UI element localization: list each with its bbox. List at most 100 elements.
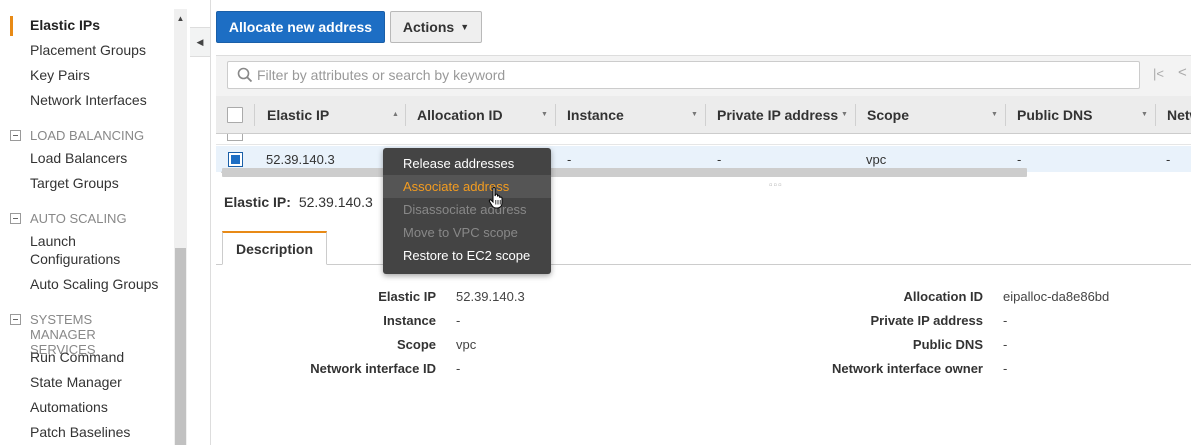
- column-separator: [855, 104, 856, 126]
- column-label: Private IP address: [717, 107, 839, 123]
- detail-heading-value: 52.39.140.3: [298, 194, 373, 210]
- sidebar-item-elastic-ips[interactable]: Elastic IPs: [30, 16, 100, 34]
- sort-ascending-icon: ▲: [392, 111, 399, 118]
- column-separator: [1155, 104, 1156, 126]
- sidebar-item-key-pairs[interactable]: Key Pairs: [30, 66, 90, 84]
- sidebar-item-load-balancers[interactable]: Load Balancers: [30, 149, 127, 167]
- actions-context-menu: Release addresses Associate address Disa…: [383, 148, 551, 274]
- column-header-elastic-ip[interactable]: Elastic IP ▲: [267, 96, 407, 134]
- column-header-private-ip[interactable]: Private IP address ▼: [717, 96, 857, 134]
- detail-heading: Elastic IP: 52.39.140.3: [224, 194, 373, 210]
- column-separator: [254, 104, 255, 126]
- collapse-sidebar-icon[interactable]: ◀: [190, 27, 211, 57]
- collapse-icon: [10, 130, 21, 141]
- previous-page-icon[interactable]: <: [1178, 64, 1187, 81]
- sidebar: Elastic IPs Placement Groups Key Pairs N…: [0, 0, 190, 445]
- sidebar-item-run-command[interactable]: Run Command: [30, 348, 124, 366]
- field-label-instance: Instance: [383, 313, 436, 328]
- column-label: Instance: [567, 107, 624, 123]
- detail-heading-label: Elastic IP:: [224, 194, 291, 210]
- sidebar-item-placement-groups[interactable]: Placement Groups: [30, 41, 146, 59]
- column-label: Public DNS: [1017, 107, 1093, 123]
- column-header-public-dns[interactable]: Public DNS ▼: [1017, 96, 1157, 134]
- column-label: Netw: [1167, 107, 1191, 123]
- actions-dropdown-button[interactable]: Actions ▼: [390, 11, 482, 43]
- sidebar-item-auto-scaling-groups[interactable]: Auto Scaling Groups: [30, 275, 158, 293]
- sort-icon: ▼: [841, 111, 848, 118]
- search-icon: [237, 67, 253, 83]
- cell-instance: -: [567, 152, 572, 167]
- table-row[interactable]: [216, 134, 1191, 145]
- row-checkbox[interactable]: [227, 134, 243, 141]
- chevron-down-icon: ▼: [460, 22, 470, 32]
- sort-icon: ▼: [691, 111, 698, 118]
- scroll-up-arrow-icon[interactable]: ▲: [174, 9, 187, 29]
- section-auto-scaling[interactable]: AUTO SCALING: [10, 211, 127, 226]
- sidebar-item-patch-baselines[interactable]: Patch Baselines: [30, 423, 130, 441]
- menu-item-release-addresses[interactable]: Release addresses: [383, 152, 551, 175]
- field-label-public-dns: Public DNS: [912, 337, 983, 352]
- first-page-icon[interactable]: |<: [1153, 66, 1164, 81]
- column-separator: [555, 104, 556, 126]
- tab-bar-divider: [216, 264, 1191, 265]
- field-value-network-interface-owner: -: [1003, 361, 1008, 376]
- field-value-elastic-ip: 52.39.140.3: [456, 289, 525, 304]
- field-label-elastic-ip: Elastic IP: [378, 289, 436, 304]
- column-header-network[interactable]: Netw: [1167, 96, 1191, 134]
- menu-item-restore-to-ec2-scope[interactable]: Restore to EC2 scope: [383, 244, 551, 267]
- field-label-network-interface-id: Network interface ID: [310, 361, 436, 376]
- field-label-scope: Scope: [396, 337, 436, 352]
- field-value-private-ip: -: [1003, 313, 1008, 328]
- sidebar-divider: [210, 0, 211, 445]
- field-value-scope: vpc: [456, 337, 477, 352]
- collapse-icon: [10, 213, 21, 224]
- sidebar-item-automations[interactable]: Automations: [30, 398, 108, 416]
- column-label: Allocation ID: [417, 107, 503, 123]
- resize-handle-icon[interactable]: ▫▫▫: [769, 180, 783, 191]
- collapse-icon: [10, 314, 21, 325]
- cell-network: -: [1166, 152, 1171, 167]
- field-value-instance: -: [456, 313, 461, 328]
- field-value-public-dns: -: [1003, 337, 1008, 352]
- active-indicator: [10, 16, 13, 36]
- sidebar-scrollbar-thumb[interactable]: [175, 248, 186, 445]
- row-checkbox-checked[interactable]: [228, 152, 243, 167]
- filter-bar: |< <: [216, 55, 1191, 96]
- actions-label: Actions: [402, 19, 455, 35]
- menu-item-associate-address[interactable]: Associate address: [383, 175, 551, 198]
- section-title: AUTO SCALING: [30, 211, 127, 226]
- field-label-network-interface-owner: Network interface owner: [832, 361, 983, 376]
- cell-scope: vpc: [866, 152, 887, 167]
- field-value-network-interface-id: -: [456, 361, 461, 376]
- sidebar-item-network-interfaces[interactable]: Network Interfaces: [30, 91, 147, 109]
- select-all-checkbox[interactable]: [227, 107, 243, 123]
- column-separator: [705, 104, 706, 126]
- sidebar-item-launch-configurations[interactable]: Launch Configurations: [30, 232, 140, 268]
- sort-icon: ▼: [991, 111, 998, 118]
- search-input[interactable]: [257, 62, 1127, 88]
- horizontal-scrollbar-thumb[interactable]: [222, 168, 1027, 177]
- column-label: Elastic IP: [267, 107, 330, 123]
- section-load-balancing[interactable]: LOAD BALANCING: [10, 128, 144, 143]
- column-label: Scope: [867, 107, 910, 123]
- sort-icon: ▼: [1141, 111, 1148, 118]
- column-separator: [1005, 104, 1006, 126]
- allocate-new-address-button[interactable]: Allocate new address: [216, 11, 385, 43]
- cell-elastic-ip: 52.39.140.3: [266, 152, 335, 167]
- hand-cursor-icon: [488, 187, 503, 209]
- sidebar-item-state-manager[interactable]: State Manager: [30, 373, 122, 391]
- table-header: Elastic IP ▲ Allocation ID ▼ Instance ▼ …: [216, 96, 1191, 134]
- column-separator: [405, 104, 406, 126]
- column-header-instance[interactable]: Instance ▼: [567, 96, 707, 134]
- field-label-allocation-id: Allocation ID: [903, 289, 983, 304]
- column-header-allocation-id[interactable]: Allocation ID ▼: [417, 96, 557, 134]
- field-value-allocation-id: eipalloc-da8e86bd: [1003, 289, 1110, 304]
- column-header-scope[interactable]: Scope ▼: [867, 96, 1007, 134]
- section-title: LOAD BALANCING: [30, 128, 145, 143]
- tab-description[interactable]: Description: [222, 231, 327, 265]
- field-label-private-ip: Private IP address: [870, 313, 984, 328]
- cell-public-dns: -: [1017, 152, 1022, 167]
- sort-icon: ▼: [541, 111, 548, 118]
- search-box[interactable]: [227, 61, 1140, 89]
- sidebar-item-target-groups[interactable]: Target Groups: [30, 174, 119, 192]
